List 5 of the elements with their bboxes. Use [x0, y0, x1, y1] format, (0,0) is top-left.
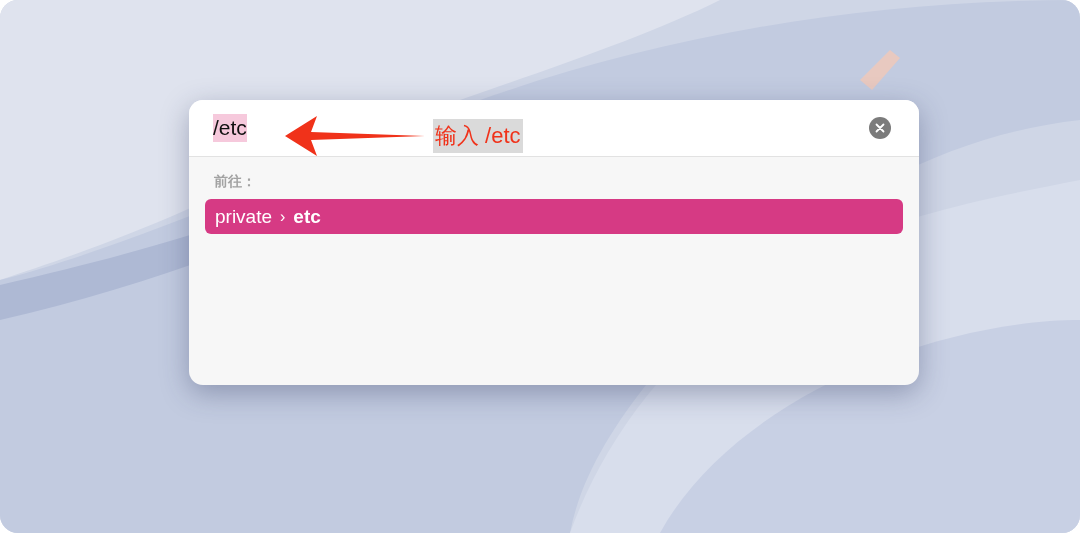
annotation-text: 输入 /etc	[433, 119, 523, 153]
section-heading: 前往：	[213, 173, 257, 191]
result-item[interactable]: private › etc	[205, 199, 903, 234]
clear-button[interactable]	[869, 117, 891, 139]
close-icon	[875, 123, 885, 133]
